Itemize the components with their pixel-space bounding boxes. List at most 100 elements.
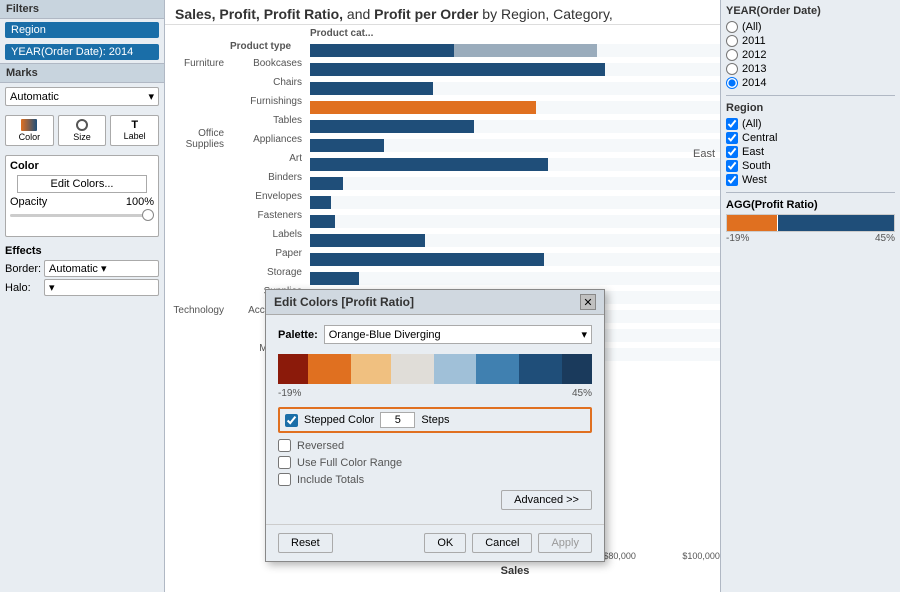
bar-wrapper [310,158,720,171]
agg-min-label: -19% [726,233,749,244]
region-east: East [726,146,895,158]
slider-track [10,214,154,217]
palette-value: Orange-Blue Diverging [329,329,441,341]
subcategory-label: Envelopes [230,191,308,202]
bar-wrapper [310,177,720,190]
year-radio-2011[interactable] [726,35,738,47]
palette-dropdown[interactable]: Orange-Blue Diverging ▾ [324,325,592,344]
label-row: FurnitureBookcases [165,54,310,72]
bar-wrapper [310,234,720,247]
border-value: Automatic [49,263,98,275]
label-row: Envelopes [165,187,310,205]
bar-row [310,174,720,192]
full-range-checkbox[interactable] [278,456,291,469]
bar-navy [310,177,343,190]
bar-navy [310,234,425,247]
agg-negative-bar [727,215,777,231]
apply-button[interactable]: Apply [538,533,592,553]
bar-navy [310,272,359,285]
bar-row [310,250,720,268]
border-dropdown[interactable]: Automatic ▾ [44,260,159,277]
bar-navy [310,215,335,228]
bar-row [310,231,720,249]
color-mark-button[interactable]: Color [5,115,54,146]
region-section-title: Region [726,102,895,114]
size-mark-button[interactable]: Size [58,115,107,146]
palette-arrow: ▾ [581,328,587,341]
year-label-all: (All) [742,21,762,33]
bar-row [310,212,720,230]
region-checkbox-south[interactable] [726,160,738,172]
label-label: Label [117,131,152,141]
agg-title: AGG(Profit Ratio) [726,199,895,211]
strip-dark-blue [519,354,562,384]
advanced-button[interactable]: Advanced >> [501,490,592,510]
region-label-south: South [742,160,771,172]
stepped-checkbox[interactable] [285,414,298,427]
year-radio-2014[interactable] [726,77,738,89]
dialog-titlebar: Edit Colors [Profit Ratio] ✕ [266,290,604,315]
bar-wrapper [310,253,720,266]
east-annotation: East [693,148,715,160]
year-radio-all[interactable] [726,21,738,33]
include-totals-label: Include Totals [297,474,364,486]
full-range-label: Use Full Color Range [297,457,402,469]
bar-wrapper [310,101,720,114]
marks-dropdown-arrow: ▾ [148,90,154,103]
x-axis-title: Sales [310,565,720,577]
bar-navy [310,44,454,57]
marks-icons-row: Color Size T Label [5,115,159,146]
marks-type-dropdown[interactable]: Automatic ▾ [5,87,159,106]
label-mark-button[interactable]: T Label [110,115,159,146]
agg-max-label: 45% [875,233,895,244]
category-label: Furniture [165,58,230,69]
include-totals-row: Include Totals [278,473,592,486]
region-checkbox-east[interactable] [726,146,738,158]
opacity-slider[interactable] [10,214,154,230]
region-checkbox-all[interactable] [726,118,738,130]
reversed-checkbox[interactable] [278,439,291,452]
strip-medium-blue [476,354,519,384]
border-row: Border: Automatic ▾ [5,260,159,277]
palette-row: Palette: Orange-Blue Diverging ▾ [278,325,592,344]
subcategory-label: Chairs [230,77,308,88]
region-checkbox-central[interactable] [726,132,738,144]
halo-row: Halo: ▾ [5,279,159,296]
filter-region[interactable]: Region [5,22,159,38]
strip-min-label: -19% [278,388,301,399]
subcategory-label: Paper [230,248,308,259]
edit-colors-button[interactable]: Edit Colors... [17,175,147,193]
region-central: Central [726,132,895,144]
size-label: Size [65,132,100,142]
filter-year[interactable]: YEAR(Order Date): 2014 [5,44,159,60]
dialog-close-button[interactable]: ✕ [580,294,596,310]
ok-button[interactable]: OK [424,533,466,553]
bar-gray [454,44,598,57]
bar-wrapper [310,44,720,57]
subcategory-label: Art [230,153,308,164]
halo-dropdown[interactable]: ▾ [44,279,159,296]
bar-navy [310,82,433,95]
filters-header: Filters [0,0,164,19]
agg-section: AGG(Profit Ratio) -19% 45% [726,199,895,244]
region-checkbox-west[interactable] [726,174,738,186]
bar-wrapper [310,215,720,228]
year-option-all: (All) [726,21,895,33]
bar-row [310,117,720,135]
cancel-button[interactable]: Cancel [472,533,532,553]
agg-divider [726,192,895,193]
bar-navy [310,120,474,133]
label-row: Art [165,149,310,167]
year-radio-2013[interactable] [726,63,738,75]
right-divider [726,95,895,96]
bar-row [310,136,720,154]
include-totals-checkbox[interactable] [278,473,291,486]
stepped-steps-input[interactable] [380,412,415,428]
dialog-footer: Reset OK Cancel Apply [266,524,604,561]
label-row: Chairs [165,73,310,91]
subcategory-label: Labels [230,229,308,240]
label-row: Fasteners [165,206,310,224]
year-radio-2012[interactable] [726,49,738,61]
reset-button[interactable]: Reset [278,533,333,553]
strip-dark-red [278,354,308,384]
